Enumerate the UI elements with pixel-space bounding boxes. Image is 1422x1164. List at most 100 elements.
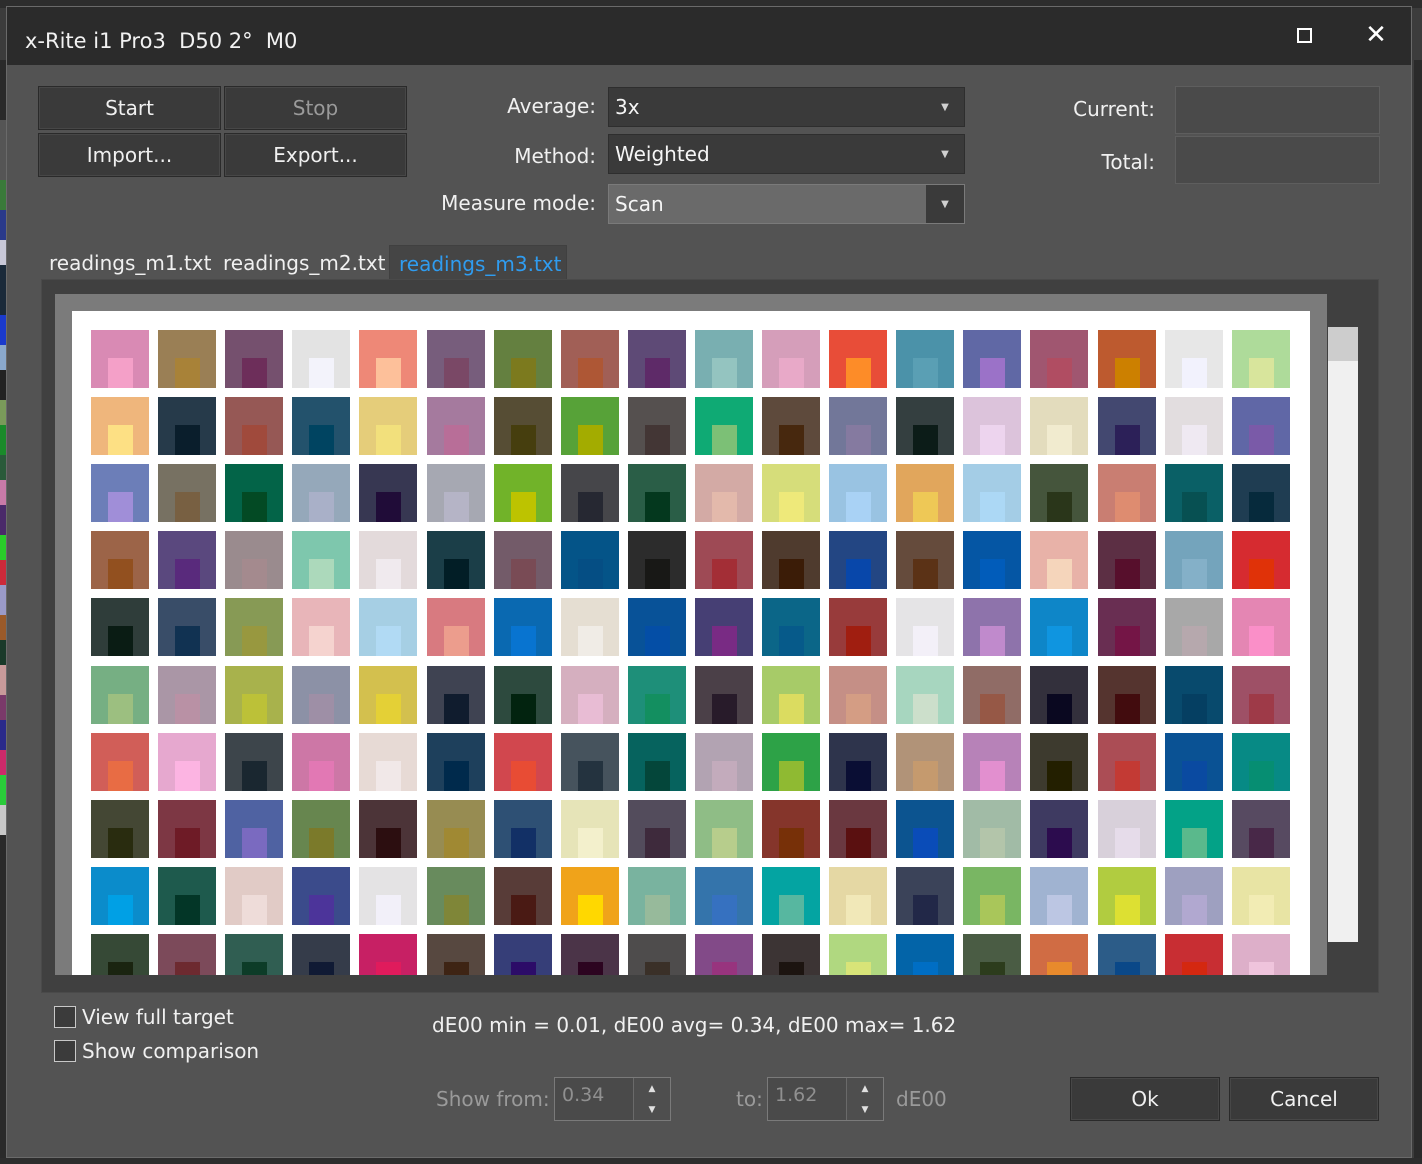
color-patch[interactable] [561,934,619,975]
color-patch[interactable] [963,531,1021,589]
color-patch[interactable] [762,397,820,455]
color-patch[interactable] [91,867,149,925]
color-patch[interactable] [1030,666,1088,724]
color-patch[interactable] [158,666,216,724]
color-patch[interactable] [695,464,753,522]
color-patch[interactable] [628,934,686,975]
color-patch[interactable] [628,531,686,589]
color-patch[interactable] [359,598,417,656]
color-patch[interactable] [963,397,1021,455]
color-patch[interactable] [427,464,485,522]
color-patch[interactable] [695,330,753,388]
color-patch[interactable] [829,666,887,724]
color-patch[interactable] [829,934,887,975]
color-patch[interactable] [91,598,149,656]
color-patch[interactable] [762,733,820,791]
color-patch[interactable] [963,934,1021,975]
color-patch[interactable] [494,464,552,522]
color-patch[interactable] [91,397,149,455]
color-patch[interactable] [158,800,216,858]
color-patch[interactable] [1098,397,1156,455]
color-patch[interactable] [695,397,753,455]
color-patch[interactable] [561,330,619,388]
color-patch[interactable] [225,531,283,589]
color-patch[interactable] [829,464,887,522]
color-patch[interactable] [225,934,283,975]
color-patch[interactable] [1232,800,1290,858]
color-patch[interactable] [963,800,1021,858]
color-patch[interactable] [762,867,820,925]
color-patch[interactable] [695,666,753,724]
color-patch[interactable] [494,666,552,724]
color-patch[interactable] [561,666,619,724]
color-patch[interactable] [628,800,686,858]
color-patch[interactable] [561,397,619,455]
color-patch[interactable] [762,800,820,858]
color-patch[interactable] [561,464,619,522]
color-patch[interactable] [292,464,350,522]
color-patch[interactable] [1098,666,1156,724]
color-patch[interactable] [695,733,753,791]
color-patch[interactable] [628,666,686,724]
color-patch[interactable] [963,464,1021,522]
color-patch[interactable] [359,867,417,925]
color-patch[interactable] [91,464,149,522]
color-patch[interactable] [359,397,417,455]
color-patch[interactable] [1165,666,1223,724]
method-select[interactable]: Weighted ▼ [608,134,965,174]
average-select[interactable]: 3x ▼ [608,87,965,127]
cancel-button[interactable]: Cancel [1229,1077,1379,1121]
color-patch[interactable] [359,464,417,522]
color-patch[interactable] [292,330,350,388]
color-patch[interactable] [225,666,283,724]
color-patch[interactable] [427,800,485,858]
color-patch[interactable] [427,531,485,589]
color-patch[interactable] [292,598,350,656]
color-patch[interactable] [1232,934,1290,975]
import-button[interactable]: Import... [38,133,221,177]
scrollbar-thumb[interactable] [1328,327,1358,361]
color-patch[interactable] [1165,733,1223,791]
measure-mode-select[interactable]: Scan ▼ [608,184,965,224]
color-patch[interactable] [292,800,350,858]
color-patch[interactable] [1030,800,1088,858]
maximize-button[interactable] [1281,15,1327,55]
color-patch[interactable] [91,733,149,791]
color-patch[interactable] [628,330,686,388]
color-patch[interactable] [1232,867,1290,925]
spin-up-icon[interactable]: ▲ [847,1078,883,1099]
color-patch[interactable] [829,598,887,656]
color-patch[interactable] [896,464,954,522]
color-patch[interactable] [695,934,753,975]
color-patch[interactable] [829,867,887,925]
color-patch[interactable] [695,800,753,858]
color-patch[interactable] [1165,867,1223,925]
color-patch[interactable] [1098,934,1156,975]
color-patch[interactable] [292,867,350,925]
color-patch[interactable] [91,330,149,388]
color-patch[interactable] [1030,733,1088,791]
color-patch[interactable] [829,397,887,455]
color-patch[interactable] [628,867,686,925]
color-patch[interactable] [1098,800,1156,858]
color-patch[interactable] [1165,934,1223,975]
color-patch[interactable] [1165,464,1223,522]
color-patch[interactable] [896,330,954,388]
color-patch[interactable] [829,800,887,858]
color-patch[interactable] [427,934,485,975]
color-patch[interactable] [762,934,820,975]
color-patch[interactable] [1232,464,1290,522]
color-patch[interactable] [762,598,820,656]
color-patch[interactable] [494,531,552,589]
color-patch[interactable] [1165,531,1223,589]
stop-button[interactable]: Stop [224,86,407,130]
color-patch[interactable] [896,800,954,858]
color-patch[interactable] [1165,397,1223,455]
color-patch[interactable] [292,531,350,589]
color-patch[interactable] [628,733,686,791]
color-patch[interactable] [494,867,552,925]
color-patch[interactable] [896,867,954,925]
color-patch[interactable] [1232,531,1290,589]
spin-up-icon[interactable]: ▲ [634,1078,670,1099]
color-patch[interactable] [896,397,954,455]
